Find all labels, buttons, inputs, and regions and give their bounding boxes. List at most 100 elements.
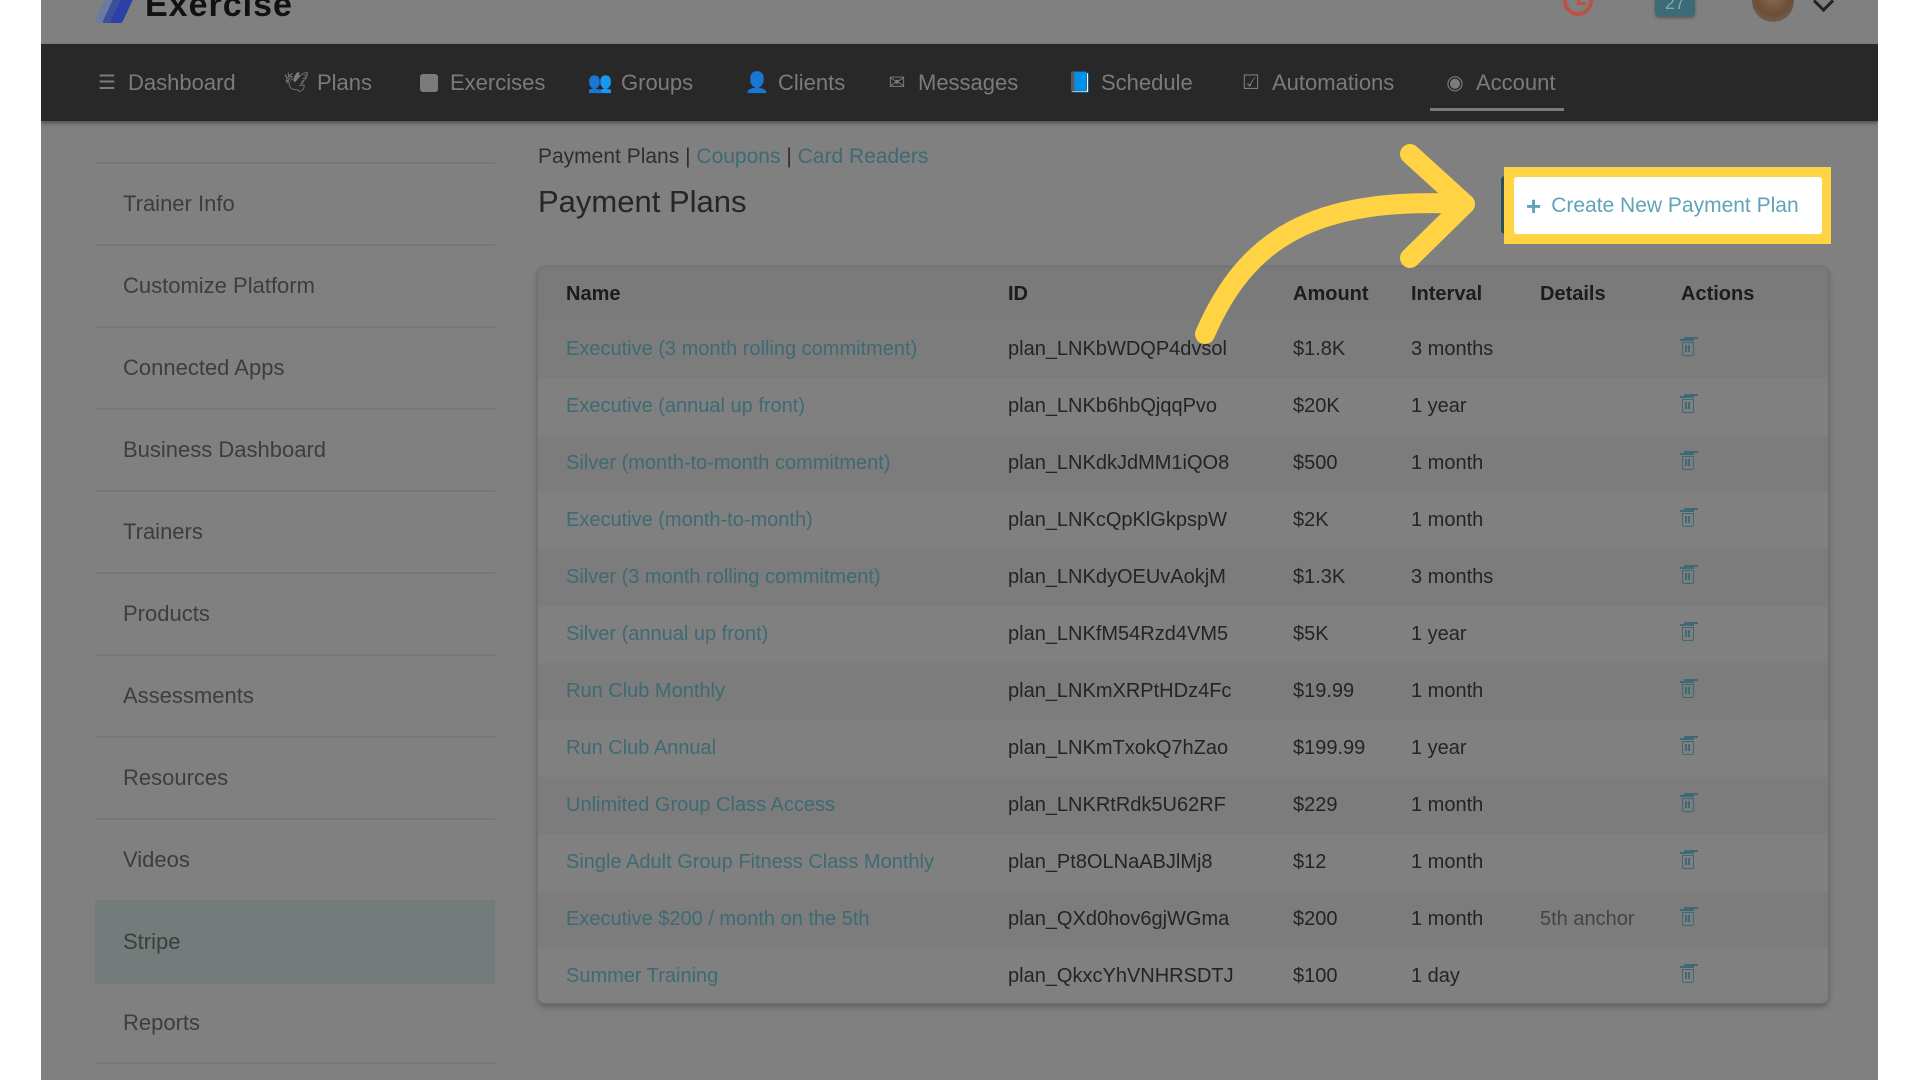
plan-name-link[interactable]: Single Adult Group Fitness Class Monthly bbox=[566, 851, 934, 873]
nav-item-schedule[interactable]: 📘 Schedule bbox=[1068, 44, 1193, 121]
trash-icon[interactable] bbox=[1680, 567, 1695, 584]
create-payment-plan-button[interactable]: + Create New Payment Plan bbox=[1514, 177, 1822, 234]
chevron-down-icon[interactable] bbox=[1812, 0, 1835, 13]
nav-item-groups[interactable]: 👥 Groups bbox=[588, 44, 694, 121]
cell-actions bbox=[1680, 378, 1828, 435]
nav-label: Automations bbox=[1272, 69, 1395, 95]
plan-name-link[interactable]: Run Club Annual bbox=[566, 737, 716, 759]
sidebar-item-resources[interactable]: Resources bbox=[95, 736, 495, 818]
sidebar-item-stripe[interactable]: Stripe bbox=[95, 900, 495, 982]
cell-name: Unlimited Group Class Access bbox=[538, 777, 1008, 834]
trash-icon[interactable] bbox=[1680, 909, 1695, 926]
plan-name-link[interactable]: Executive $200 / month on the 5th bbox=[566, 908, 870, 930]
cell-name: Run Club Monthly bbox=[538, 663, 1008, 720]
page-title: Payment Plans bbox=[538, 184, 747, 219]
coupons-link[interactable]: Coupons bbox=[696, 145, 780, 168]
trash-icon[interactable] bbox=[1680, 738, 1695, 755]
cell-amount: $1.3K bbox=[1293, 549, 1411, 606]
sidebar-item-trainer-info[interactable]: Trainer Info bbox=[95, 162, 495, 244]
table-row: Silver (annual up front) plan_LNKfM54Rzd4… bbox=[538, 606, 1828, 663]
phone-square-icon bbox=[418, 72, 440, 94]
cell-actions bbox=[1680, 948, 1828, 1003]
cell-actions bbox=[1680, 834, 1828, 891]
app-name: Exercise bbox=[145, 0, 293, 24]
cell-details bbox=[1540, 492, 1681, 549]
cell-id: plan_LNKbWDQP4dvsol bbox=[1008, 321, 1293, 378]
trash-icon[interactable] bbox=[1680, 396, 1695, 413]
nav-label: Messages bbox=[918, 69, 1019, 95]
sidebar-item-videos[interactable]: Videos bbox=[95, 818, 495, 900]
cell-details bbox=[1540, 777, 1681, 834]
app-logo[interactable]: Exercise bbox=[94, 0, 293, 25]
nav-item-clients[interactable]: 👤 Clients bbox=[745, 44, 846, 121]
cell-id: plan_LNKcQpKlGkpspW bbox=[1008, 492, 1293, 549]
subnav-current: Payment Plans bbox=[538, 145, 680, 168]
plan-name-link[interactable]: Summer Training bbox=[566, 965, 718, 987]
cell-interval: 1 day bbox=[1411, 948, 1540, 1003]
top-bar: Exercise 27 bbox=[41, 0, 1878, 44]
cell-name: Summer Training bbox=[538, 948, 1008, 1003]
cell-amount: $1.8K bbox=[1293, 321, 1411, 378]
trash-icon[interactable] bbox=[1680, 510, 1695, 527]
plan-name-link[interactable]: Run Club Monthly bbox=[566, 680, 725, 702]
cell-amount: $100 bbox=[1293, 948, 1411, 1003]
table-row: Run Club Annual plan_LNKmTxokQ7hZao $199.9… bbox=[538, 720, 1828, 777]
nav-item-automations[interactable]: ☑ Automations bbox=[1240, 44, 1394, 121]
nav-item-dashboard[interactable]: ☰ Dashboard bbox=[96, 44, 236, 121]
nav-item-messages[interactable]: ✉ Messages bbox=[886, 44, 1019, 121]
trash-icon[interactable] bbox=[1680, 852, 1695, 869]
col-header-amount: Amount bbox=[1293, 267, 1411, 321]
nav-label: Clients bbox=[778, 69, 846, 95]
sidebar-item-assessments[interactable]: Assessments bbox=[95, 654, 495, 736]
account-sidebar: Trainer Info Customize Platform Connecte… bbox=[95, 162, 495, 1064]
calendar-badge[interactable]: 27 bbox=[1655, 0, 1695, 16]
sidebar-item-customize-platform[interactable]: Customize Platform bbox=[95, 244, 495, 326]
cell-actions bbox=[1680, 492, 1828, 549]
timer-icon[interactable] bbox=[1563, 0, 1593, 16]
sidebar-item-connected-apps[interactable]: Connected Apps bbox=[95, 326, 495, 408]
cell-details bbox=[1540, 663, 1681, 720]
subnav-separator: | bbox=[685, 145, 691, 168]
cell-amount: $229 bbox=[1293, 777, 1411, 834]
nav-item-account[interactable]: ◉ Account bbox=[1430, 44, 1563, 121]
user-avatar[interactable] bbox=[1752, 0, 1794, 22]
trash-icon[interactable] bbox=[1680, 453, 1695, 470]
trash-icon[interactable] bbox=[1680, 339, 1695, 356]
trash-icon[interactable] bbox=[1680, 795, 1695, 812]
plan-name-link[interactable]: Executive (3 month rolling commitment) bbox=[566, 338, 917, 360]
table-row: Executive (3 month rolling commitment) pl… bbox=[538, 321, 1828, 378]
sidebar-item-trainers[interactable]: Trainers bbox=[95, 490, 495, 572]
cell-actions bbox=[1680, 777, 1828, 834]
cell-actions bbox=[1680, 720, 1828, 777]
plan-name-link[interactable]: Executive (annual up front) bbox=[566, 395, 805, 417]
nav-item-exercises[interactable]: Exercises bbox=[418, 44, 545, 121]
plan-name-link[interactable]: Silver (annual up front) bbox=[566, 623, 768, 645]
plus-icon: + bbox=[1526, 190, 1542, 221]
plan-name-link[interactable]: Silver (3 month rolling commitment) bbox=[566, 566, 881, 588]
cell-id: plan_LNKb6hbQjqqPvo bbox=[1008, 378, 1293, 435]
plan-name-link[interactable]: Silver (month-to-month commitment) bbox=[566, 452, 891, 474]
cell-interval: 1 month bbox=[1411, 663, 1540, 720]
trash-icon[interactable] bbox=[1680, 966, 1695, 983]
cell-name: Executive (annual up front) bbox=[538, 378, 1008, 435]
cell-amount: $12 bbox=[1293, 834, 1411, 891]
app-frame: Exercise 27 ☰ Dashboard 🕊 Plans Exercise… bbox=[41, 0, 1878, 1080]
cell-actions bbox=[1680, 321, 1828, 378]
sidebar-item-business-dashboard[interactable]: Business Dashboard bbox=[95, 408, 495, 490]
card-readers-link[interactable]: Card Readers bbox=[798, 145, 929, 168]
cell-amount: $5K bbox=[1293, 606, 1411, 663]
sidebar-item-reports[interactable]: Reports bbox=[95, 982, 495, 1064]
plan-name-link[interactable]: Unlimited Group Class Access bbox=[566, 794, 835, 816]
nav-label: Exercises bbox=[450, 69, 546, 95]
cell-interval: 1 year bbox=[1411, 606, 1540, 663]
sidebar-item-products[interactable]: Products bbox=[95, 572, 495, 654]
cell-name: Single Adult Group Fitness Class Monthly bbox=[538, 834, 1008, 891]
cell-details bbox=[1540, 948, 1681, 1003]
cell-details bbox=[1540, 549, 1681, 606]
logo-icon bbox=[94, 0, 136, 23]
cell-name: Executive $200 / month on the 5th bbox=[538, 891, 1008, 948]
plan-name-link[interactable]: Executive (month-to-month) bbox=[566, 509, 813, 531]
trash-icon[interactable] bbox=[1680, 624, 1695, 641]
trash-icon[interactable] bbox=[1680, 681, 1695, 698]
nav-item-plans[interactable]: 🕊 Plans bbox=[283, 44, 372, 121]
